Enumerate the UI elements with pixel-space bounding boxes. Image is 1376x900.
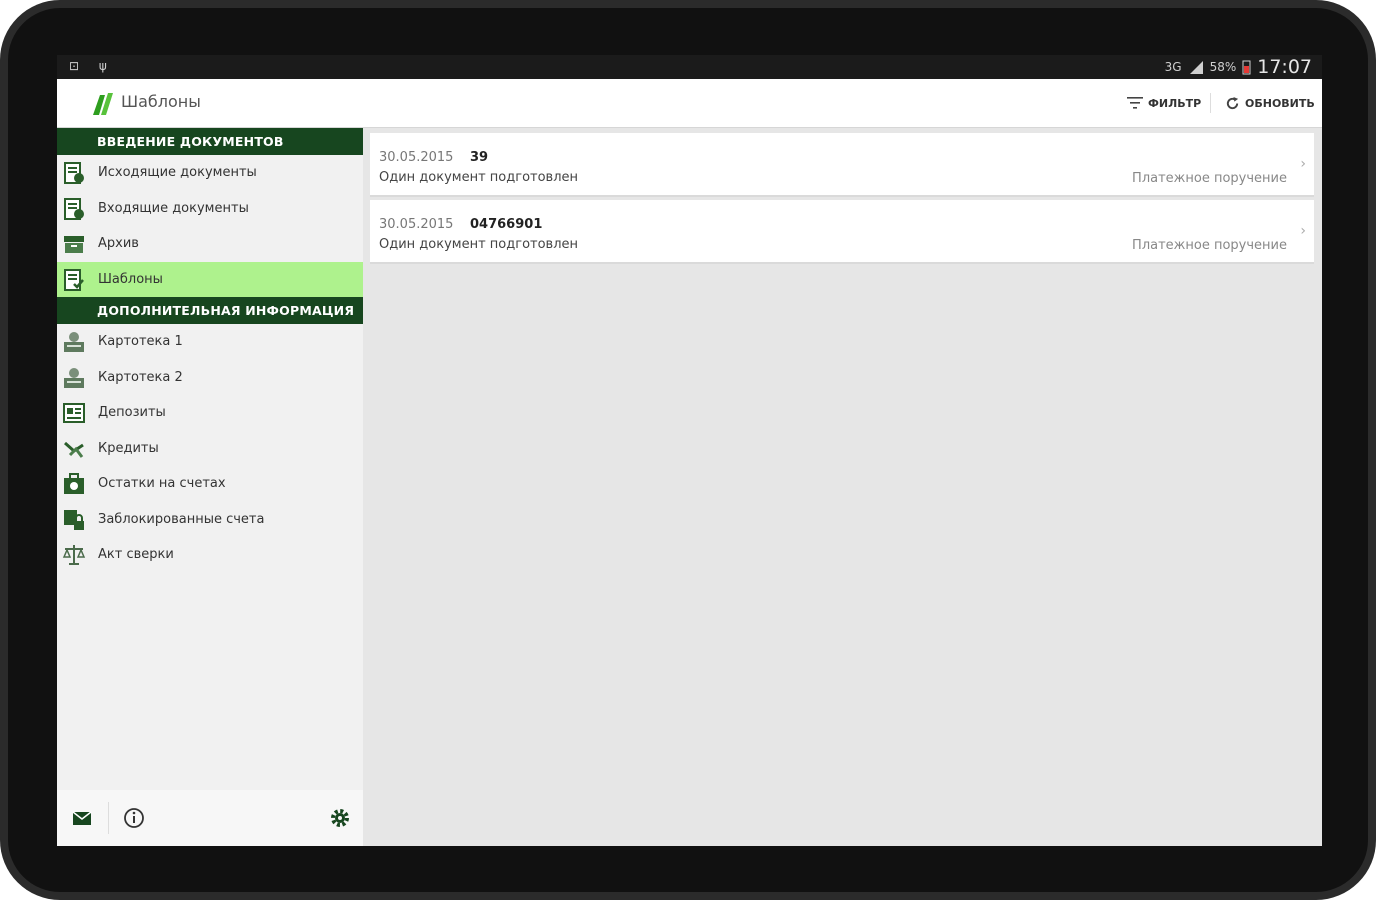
refresh-label: ОБНОВИТЬ — [1245, 97, 1315, 110]
sidebar-item-label: Исходящие документы — [98, 165, 257, 181]
templates-icon — [64, 268, 84, 291]
status-right: 3G 58% 17:07 — [1165, 56, 1312, 78]
app-bar: Шаблоны ФИЛЬТР ОБНОВИТЬ — [57, 79, 1322, 128]
sidebar-item-label: Остатки на счетах — [98, 476, 226, 492]
section-header-documents: ВВЕДЕНИЕ ДОКУМЕНТОВ — [57, 128, 363, 155]
sidebar-item-label: Заблокированные счета — [98, 511, 265, 527]
section-header-additional: ДОПОЛНИТЕЛЬНАЯ ИНФОРМАЦИЯ — [57, 297, 363, 324]
battery-icon — [1242, 60, 1251, 75]
template-number: 04766901 — [470, 217, 543, 232]
sidebar-item-card-index-2[interactable]: Картотека 2 — [57, 360, 363, 396]
screen: ⊡ ψ 3G 58% 17:07 Шаблоны ФИЛЬТР ОБНОВИТЬ… — [57, 55, 1322, 846]
status-left-icons: ⊡ ψ — [69, 59, 115, 73]
sidebar-item-label: Акт сверки — [98, 547, 174, 563]
sidebar-item-label: Депозиты — [98, 405, 166, 421]
battery-percent: 58% — [1209, 60, 1237, 74]
sidebar-item-label: Картотека 2 — [98, 369, 183, 385]
archive-icon — [64, 236, 84, 253]
sidebar-item-reconciliation[interactable]: Акт сверки — [57, 537, 363, 573]
template-row[interactable]: 30.05.2015 04766901 Один документ подгот… — [370, 200, 1314, 264]
sidebar-item-balances[interactable]: Остатки на счетах — [57, 466, 363, 502]
sidebar: ВВЕДЕНИЕ ДОКУМЕНТОВ Исходящие документы … — [57, 128, 363, 846]
templates-list: 30.05.2015 39 Один документ подготовлен … — [363, 128, 1322, 846]
template-date: 30.05.2015 — [379, 150, 454, 165]
deposits-icon — [63, 403, 85, 423]
filter-button[interactable]: ФИЛЬТР — [1127, 96, 1201, 110]
signal-icon — [1189, 61, 1203, 74]
filter-icon — [1127, 97, 1143, 109]
page-title: Шаблоны — [121, 92, 201, 111]
template-type: Платежное поручение — [1132, 171, 1287, 186]
template-status: Один документ подготовлен — [379, 237, 579, 252]
footer-divider — [108, 802, 109, 834]
sidebar-item-outgoing[interactable]: Исходящие документы — [57, 155, 363, 191]
template-status: Один документ подготовлен — [379, 170, 579, 185]
sidebar-footer — [57, 790, 363, 846]
template-number: 39 — [470, 150, 489, 165]
filter-label: ФИЛЬТР — [1148, 96, 1202, 110]
chevron-right-icon: › — [1300, 156, 1306, 172]
scales-icon — [62, 545, 86, 565]
sidebar-item-label: Архив — [98, 236, 139, 252]
card-index-icon — [64, 332, 84, 352]
outgoing-docs-icon — [64, 162, 84, 184]
sidebar-item-locked-accounts[interactable]: Заблокированные счета — [57, 502, 363, 538]
gear-icon[interactable] — [328, 806, 352, 830]
sidebar-item-templates[interactable]: Шаблоны — [57, 261, 363, 297]
locked-accounts-icon — [64, 509, 84, 530]
sidebar-item-label: Входящие документы — [98, 200, 249, 216]
template-row[interactable]: 30.05.2015 39 Один документ подготовлен … — [370, 133, 1314, 197]
template-date: 30.05.2015 — [379, 217, 454, 232]
clock: 17:07 — [1257, 56, 1312, 78]
mail-icon[interactable] — [70, 806, 94, 830]
credits-icon — [64, 441, 84, 458]
template-type: Платежное поручение — [1132, 238, 1287, 253]
status-bar: ⊡ ψ 3G 58% 17:07 — [57, 55, 1322, 79]
sidebar-item-deposits[interactable]: Депозиты — [57, 395, 363, 431]
sidebar-item-card-index-1[interactable]: Картотека 1 — [57, 324, 363, 360]
sidebar-item-label: Шаблоны — [98, 271, 163, 287]
app-logo-icon — [93, 93, 113, 115]
refresh-icon — [1226, 96, 1239, 110]
sidebar-item-incoming[interactable]: Входящие документы — [57, 191, 363, 227]
sidebar-item-credits[interactable]: Кредиты — [57, 431, 363, 467]
action-divider — [1210, 93, 1211, 113]
card-index-icon — [64, 367, 84, 388]
chevron-right-icon: › — [1300, 223, 1306, 239]
refresh-button[interactable]: ОБНОВИТЬ — [1225, 96, 1315, 111]
sidebar-item-label: Кредиты — [98, 440, 159, 456]
sidebar-item-label: Картотека 1 — [98, 334, 183, 350]
balance-icon — [64, 473, 84, 494]
incoming-docs-icon — [64, 197, 84, 220]
sidebar-item-archive[interactable]: Архив — [57, 226, 363, 262]
network-indicator: 3G — [1164, 60, 1182, 74]
info-icon[interactable] — [122, 806, 146, 830]
